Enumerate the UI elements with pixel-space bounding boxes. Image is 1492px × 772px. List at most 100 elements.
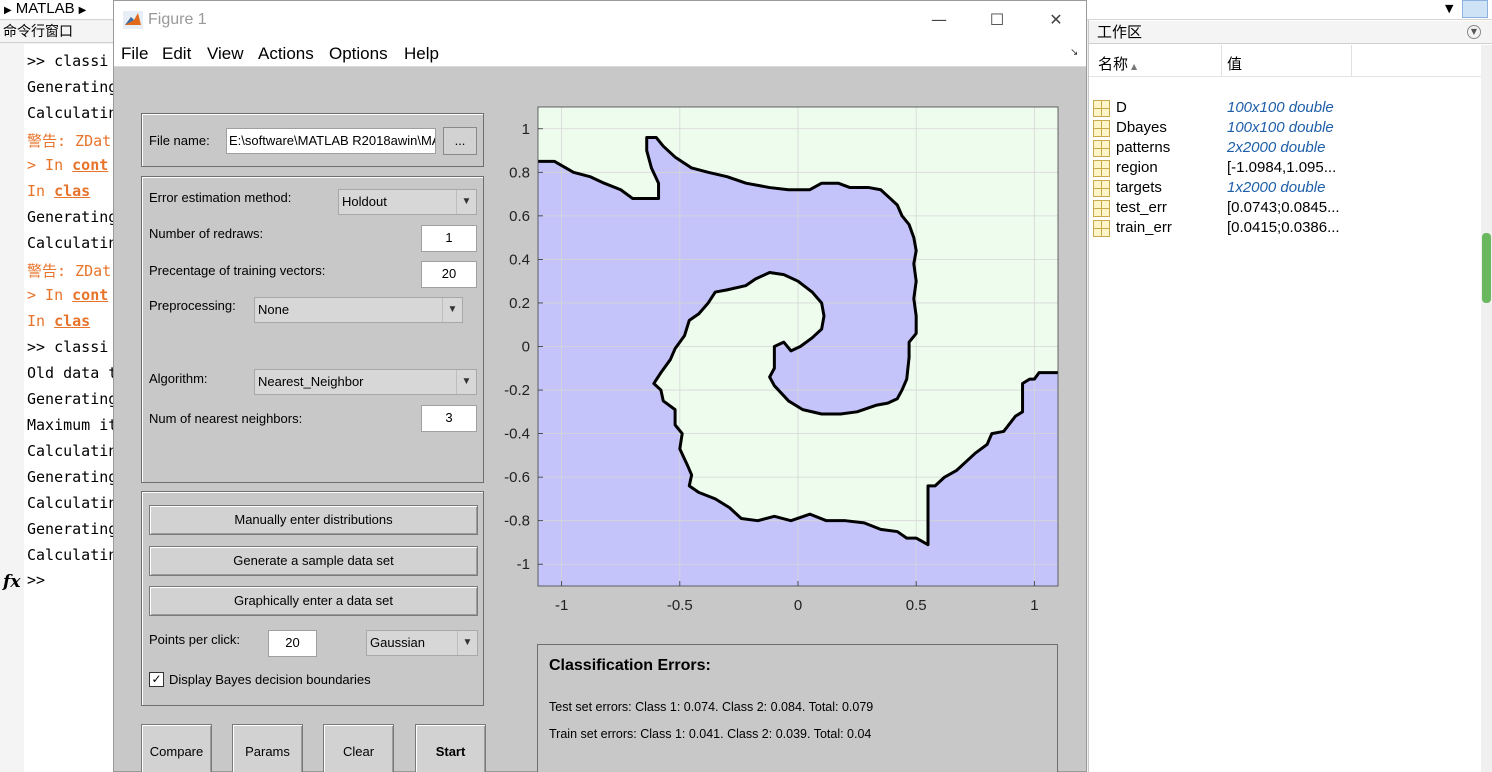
y-tick-label: 0.8 <box>509 164 530 181</box>
variable-value: 2x2000 double <box>1227 139 1326 156</box>
command-line-link[interactable]: cont <box>72 156 108 174</box>
fx-icon[interactable]: fx <box>3 572 20 592</box>
x-tick-label: -0.5 <box>667 597 693 614</box>
workspace-row[interactable]: test_err [0.0743;0.0845... <box>1089 198 1481 218</box>
start-button[interactable]: Start <box>415 724 486 772</box>
variable-value: 100x100 double <box>1227 119 1334 136</box>
variable-matrix-icon <box>1093 180 1110 197</box>
command-line: 警告: ZDat <box>27 260 111 281</box>
workspace-scrollbar[interactable] <box>1481 45 1492 772</box>
column-header-name-label: 名称 <box>1098 55 1129 73</box>
command-line-text: Generating <box>27 520 118 538</box>
command-line-text: Generating <box>27 468 118 486</box>
variable-matrix-icon <box>1093 100 1110 117</box>
workspace-row[interactable]: Dbayes 100x100 double <box>1089 118 1481 138</box>
variable-name: patterns <box>1116 139 1171 156</box>
variable-matrix-icon <box>1093 220 1110 237</box>
workspace-row[interactable]: patterns 2x2000 double <box>1089 138 1481 158</box>
command-line-link[interactable]: cont <box>72 286 108 304</box>
y-tick-label: 0 <box>522 339 530 356</box>
command-line[interactable]: In clas <box>27 182 90 200</box>
command-line-text: classi <box>54 338 109 356</box>
command-prompt[interactable]: >> <box>27 571 45 589</box>
command-line: Calculatin <box>27 546 117 564</box>
command-line: 警告: ZDat <box>27 130 111 151</box>
command-line: Generating <box>27 208 117 226</box>
workspace-row[interactable]: D 100x100 double <box>1089 98 1481 118</box>
command-line-text: Generating <box>27 208 118 226</box>
command-line-prefix: >> <box>27 338 55 356</box>
command-line-text: Calculatin <box>27 442 118 460</box>
column-divider[interactable] <box>1221 45 1222 77</box>
bayes-checkbox-label: Display Bayes decision boundaries <box>169 672 371 687</box>
breadcrumb[interactable]: ▶ MATLAB ▶ <box>0 0 90 20</box>
y-tick-label: 0.6 <box>509 208 530 225</box>
y-tick-label: 0.4 <box>509 251 530 268</box>
command-line: Generating <box>27 520 117 538</box>
variable-name: Dbayes <box>1116 119 1167 136</box>
y-tick-label: 1 <box>522 121 530 138</box>
params-button[interactable]: Params <box>232 724 303 772</box>
command-window-gutter <box>0 44 24 772</box>
command-line: Generating <box>27 390 117 408</box>
variable-value: 1x2000 double <box>1227 179 1326 196</box>
scrollbar-thumb[interactable] <box>1482 233 1491 303</box>
x-tick-label: 0.5 <box>906 597 927 614</box>
command-line: >> classi <box>27 338 108 356</box>
workspace-row[interactable]: region [-1.0984,1.095... <box>1089 158 1481 178</box>
y-tick-label: -0.6 <box>504 469 530 486</box>
variable-name: targets <box>1116 179 1162 196</box>
command-line: Old data t <box>27 364 117 382</box>
x-tick-label: 1 <box>1030 597 1038 614</box>
command-line: Calculatin <box>27 234 117 252</box>
variable-matrix-icon <box>1093 120 1110 137</box>
command-line-link[interactable]: clas <box>54 182 90 200</box>
command-line[interactable]: In clas <box>27 312 90 330</box>
column-divider[interactable] <box>1351 45 1352 77</box>
command-line: Calculatin <box>27 104 117 122</box>
y-tick-label: -1 <box>517 556 530 573</box>
command-line[interactable]: > In cont <box>27 156 108 174</box>
variable-name: D <box>1116 99 1127 116</box>
search-button[interactable] <box>1462 0 1488 18</box>
classification-errors-panel: Classification Errors: Test set errors: … <box>537 644 1058 772</box>
variable-value: [-1.0984,1.095... <box>1227 159 1337 176</box>
variable-matrix-icon <box>1093 140 1110 157</box>
column-header-name[interactable]: 名称 ▲ <box>1098 53 1137 74</box>
command-line[interactable]: > In cont <box>27 286 108 304</box>
bayes-checkbox[interactable]: ✓ <box>149 672 164 687</box>
breadcrumb-matlab[interactable]: MATLAB <box>16 0 75 17</box>
command-line: Generating <box>27 78 117 96</box>
command-line-text: classi <box>54 52 109 70</box>
chevron-right-icon: ▶ <box>78 5 87 16</box>
screen: ▶ MATLAB ▶ ▼ 命令行窗口 >> classi Generating Calc… <box>0 0 1492 772</box>
command-line-prefix: > In <box>27 156 73 174</box>
variable-name: train_err <box>1116 219 1172 236</box>
command-line-text: Calculatin <box>27 494 118 512</box>
train-errors-text: Train set errors: Class 1: 0.041. Class … <box>549 727 872 741</box>
workspace-row[interactable]: train_err [0.0415;0.0386... <box>1089 218 1481 238</box>
command-line-text: Calculatin <box>27 546 118 564</box>
compare-button[interactable]: Compare <box>141 724 212 772</box>
chevron-down-icon[interactable]: ▼ <box>1467 25 1481 39</box>
command-line-text: Generating <box>27 390 118 408</box>
command-line: Generating <box>27 468 117 486</box>
variable-name: region <box>1116 159 1158 176</box>
command-line-text: 警告: ZDat <box>27 132 112 150</box>
command-line-text: Generating <box>27 78 118 96</box>
variable-matrix-icon <box>1093 200 1110 217</box>
command-line: Calculatin <box>27 494 117 512</box>
workspace-column-headers: 名称 ▲ 值 <box>1089 45 1481 77</box>
workspace-row[interactable]: targets 1x2000 double <box>1089 178 1481 198</box>
decision-region-plot[interactable]: -1 -0.5 0 0.5 1 1 0.8 0.6 0.4 0.2 0 -0.2 -0.4 -0.6 -0.… <box>114 1 1086 641</box>
variable-value: [0.0415;0.0386... <box>1227 219 1340 236</box>
figure-window: Figure 1 — ☐ ✕ File Edit View Actions Op… <box>113 0 1087 772</box>
command-line-link[interactable]: clas <box>54 312 90 330</box>
test-errors-text: Test set errors: Class 1: 0.074. Class 2… <box>549 700 874 714</box>
workspace-title: 工作区 ▼ <box>1089 21 1492 44</box>
dropdown-arrow-icon[interactable]: ▼ <box>1445 2 1453 15</box>
x-tick-label: -1 <box>555 597 568 614</box>
command-window-title: 命令行窗口 <box>0 21 113 43</box>
column-header-value[interactable]: 值 <box>1227 53 1242 74</box>
clear-button[interactable]: Clear <box>323 724 394 772</box>
